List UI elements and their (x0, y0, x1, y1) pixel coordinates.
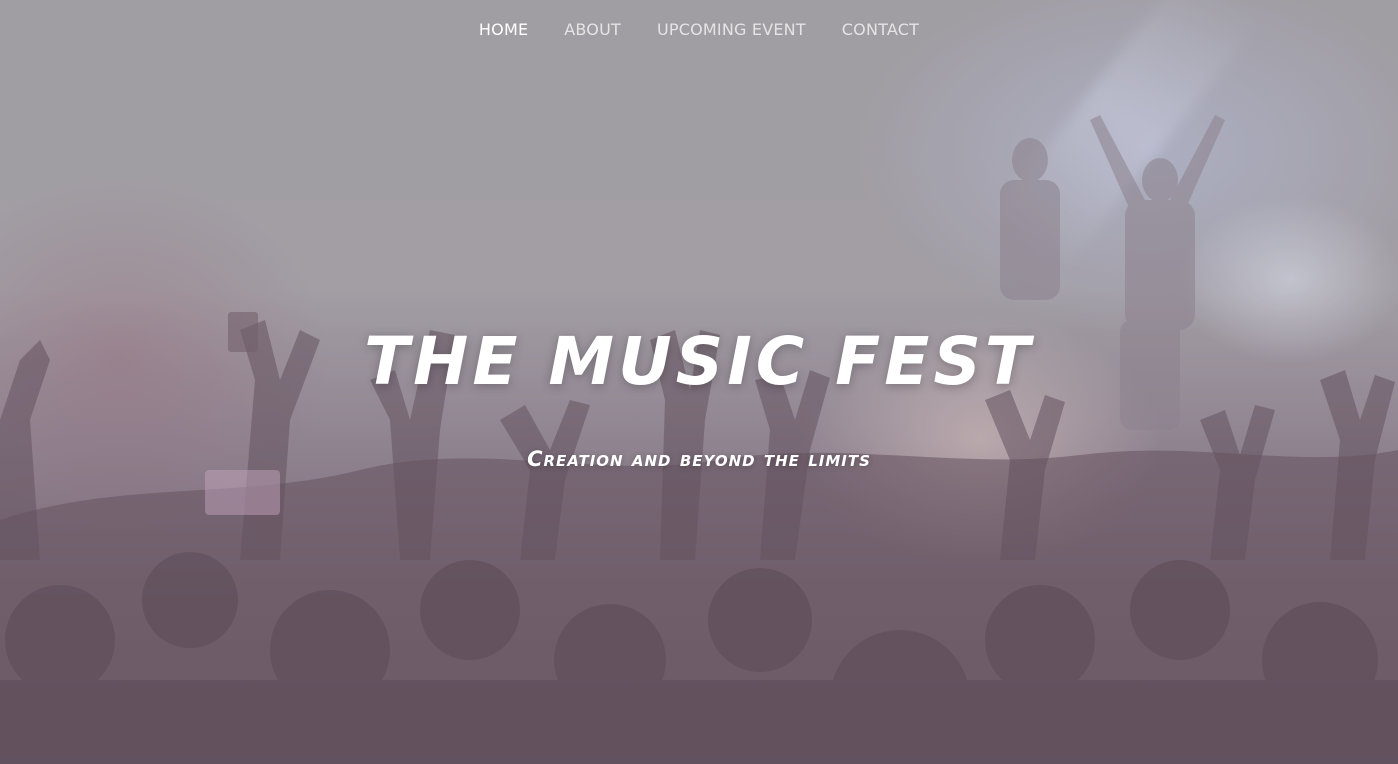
top-nav: HOME ABOUT UPCOMING EVENT CONTACT (0, 20, 1398, 39)
page-subtitle: Creation and beyond the limits (527, 446, 871, 471)
hero-title-block: THE MUSIC FEST Creation and beyond the l… (0, 323, 1398, 471)
page-title: THE MUSIC FEST (364, 323, 1034, 400)
nav-item-contact[interactable]: CONTACT (842, 20, 919, 39)
nav-item-about[interactable]: ABOUT (564, 20, 621, 39)
nav-item-home[interactable]: HOME (479, 20, 528, 39)
nav-item-upcoming-event[interactable]: UPCOMING EVENT (657, 20, 806, 39)
